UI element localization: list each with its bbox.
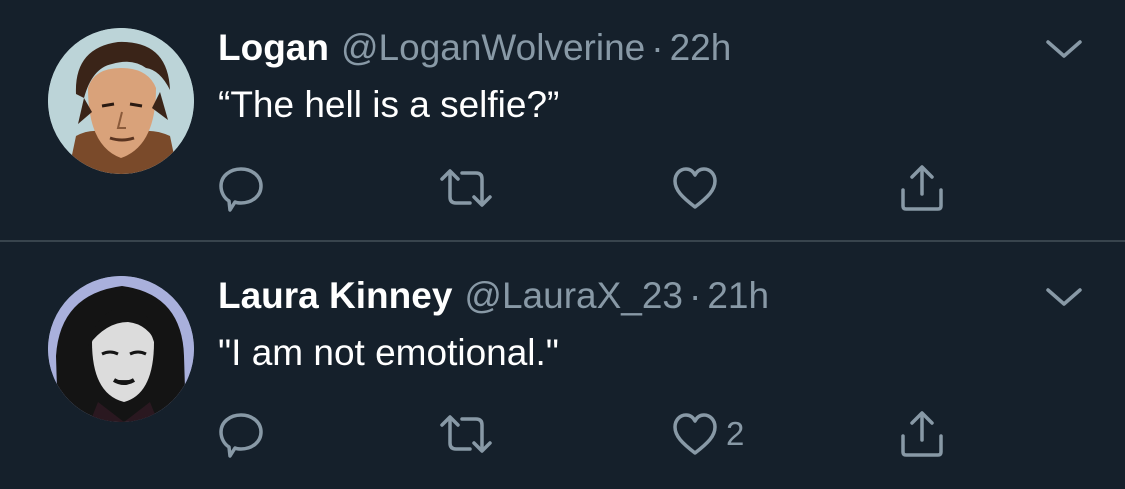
like-icon (670, 409, 720, 459)
retweet-icon (436, 163, 496, 213)
tweet-feed: Logan @LoganWolverine · 22h “The hell is a … (0, 0, 1125, 489)
avatar[interactable] (48, 28, 194, 174)
reply-button[interactable] (216, 408, 266, 460)
like-count: 2 (726, 415, 745, 452)
display-name[interactable]: Logan (218, 27, 329, 68)
share-button[interactable] (895, 162, 949, 214)
share-icon (895, 408, 949, 460)
tweet-header: Laura Kinney @LauraX_23 · 21h (218, 274, 769, 318)
tweet[interactable]: Logan @LoganWolverine · 22h “The hell is a … (0, 0, 1125, 241)
share-icon (895, 162, 949, 214)
user-handle[interactable]: @LauraX_23 (464, 275, 683, 316)
tweet-text: “The hell is a selfie?” (218, 84, 560, 125)
share-button[interactable] (895, 408, 949, 460)
separator-dot: · (651, 27, 664, 68)
reply-icon (216, 163, 266, 213)
tweet-text: "I am not emotional." (218, 332, 559, 373)
user-handle[interactable]: @LoganWolverine (341, 27, 645, 68)
tweet[interactable]: Laura Kinney @LauraX_23 · 21h "I am not emo… (0, 242, 1125, 489)
reply-button[interactable] (216, 162, 266, 214)
timestamp[interactable]: 22h (670, 27, 732, 68)
tweet-header: Logan @LoganWolverine · 22h (218, 26, 731, 70)
chevron-down-icon[interactable] (1044, 286, 1084, 310)
separator-dot: · (689, 275, 702, 316)
like-icon (670, 163, 720, 213)
reply-icon (216, 409, 266, 459)
retweet-button[interactable] (436, 408, 496, 460)
timestamp[interactable]: 21h (707, 275, 769, 316)
like-button[interactable] (670, 162, 726, 214)
retweet-button[interactable] (436, 162, 496, 214)
retweet-icon (436, 409, 496, 459)
avatar[interactable] (48, 276, 194, 422)
display-name[interactable]: Laura Kinney (218, 275, 452, 316)
like-button[interactable]: 2 (670, 408, 744, 460)
chevron-down-icon[interactable] (1044, 38, 1084, 62)
